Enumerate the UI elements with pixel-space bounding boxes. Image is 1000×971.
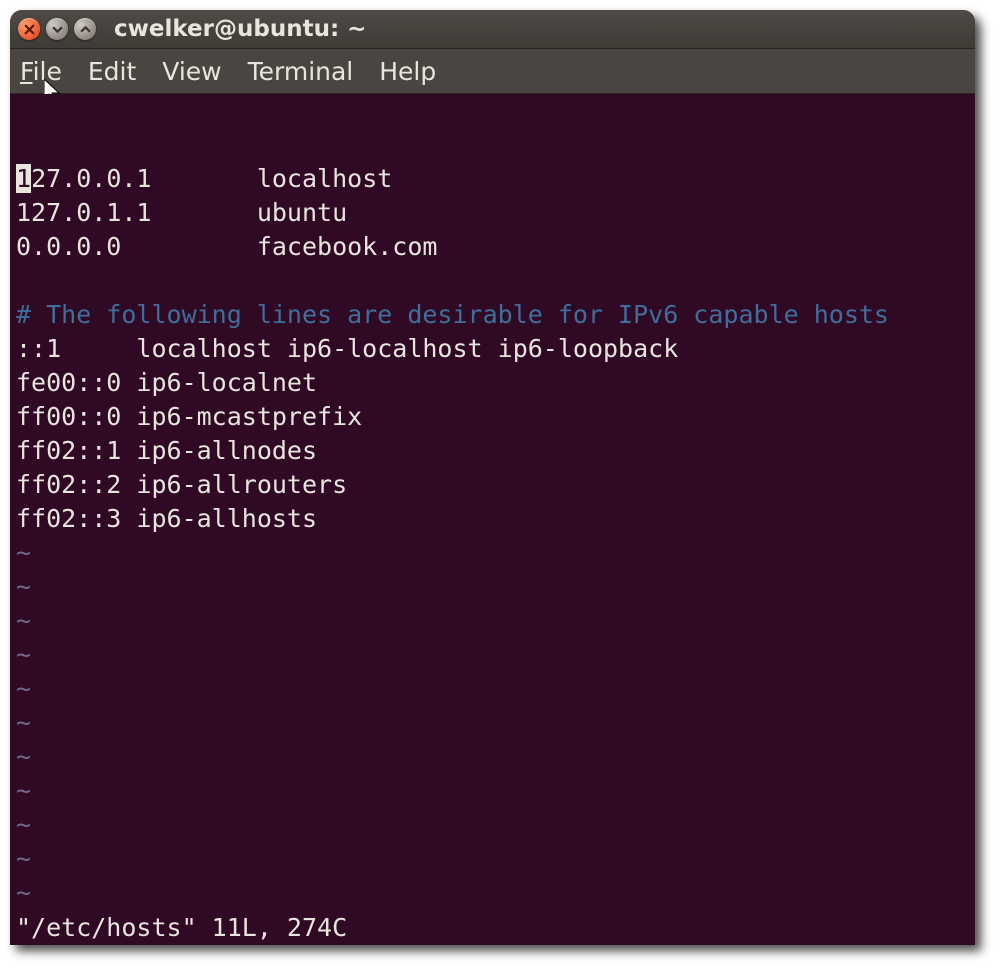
- file-content-line: ff00::0 ip6-mcastprefix: [10, 400, 975, 434]
- vim-empty-line: ~: [10, 842, 975, 876]
- close-button[interactable]: [18, 18, 40, 40]
- file-content-line: ::1 localhost ip6-localhost ip6-loopback: [10, 332, 975, 366]
- vim-empty-line: ~: [10, 672, 975, 706]
- file-content-line: fe00::0 ip6-localnet: [10, 366, 975, 400]
- vim-empty-line: ~: [10, 706, 975, 740]
- file-content-line: 127.0.0.1 localhost: [10, 162, 975, 196]
- file-content-line: ff02::1 ip6-allnodes: [10, 434, 975, 468]
- menu-terminal[interactable]: Terminal: [248, 57, 354, 86]
- menu-view[interactable]: View: [162, 57, 221, 86]
- vim-empty-line: ~: [10, 638, 975, 672]
- close-icon: [24, 24, 35, 35]
- file-content-line: ff02::2 ip6-allrouters: [10, 468, 975, 502]
- titlebar[interactable]: cwelker@ubuntu: ~: [10, 10, 975, 49]
- window-controls: [18, 18, 96, 40]
- file-content-line: 0.0.0.0 facebook.com: [10, 230, 975, 264]
- vim-empty-line: ~: [10, 774, 975, 808]
- vim-empty-line: ~: [10, 536, 975, 570]
- window-title: cwelker@ubuntu: ~: [114, 16, 366, 42]
- file-content-line: 127.0.1.1 ubuntu: [10, 196, 975, 230]
- minimize-button[interactable]: [46, 18, 68, 40]
- file-content-line: [10, 264, 975, 298]
- chevron-down-icon: [52, 24, 63, 35]
- maximize-button[interactable]: [74, 18, 96, 40]
- terminal-body[interactable]: 127.0.0.1 localhost127.0.1.1 ubuntu0.0.0…: [10, 94, 975, 945]
- vim-status-line: "/etc/hosts" 11L, 274C: [10, 911, 975, 945]
- chevron-up-icon: [80, 24, 91, 35]
- vim-empty-line: ~: [10, 570, 975, 604]
- vim-empty-line: ~: [10, 604, 975, 638]
- menubar: File Edit View Terminal Help: [10, 49, 975, 94]
- text-cursor: 1: [16, 164, 31, 193]
- file-content-line: ff02::3 ip6-allhosts: [10, 502, 975, 536]
- terminal-window: cwelker@ubuntu: ~ File Edit View Termina…: [10, 10, 975, 945]
- vim-empty-line: ~: [10, 876, 975, 910]
- menu-help[interactable]: Help: [379, 57, 436, 86]
- menu-file[interactable]: File: [20, 57, 62, 86]
- file-comment-line: # The following lines are desirable for …: [10, 298, 975, 332]
- menu-edit[interactable]: Edit: [88, 57, 136, 86]
- vim-empty-line: ~: [10, 740, 975, 774]
- vim-empty-line: ~: [10, 808, 975, 842]
